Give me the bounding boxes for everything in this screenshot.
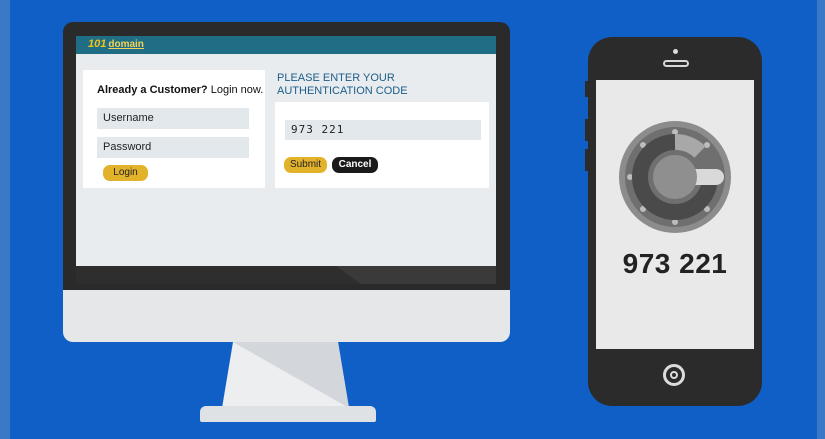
phone-auth-code: 973 221 <box>622 248 728 279</box>
phone-screen: 973 221 <box>596 80 754 349</box>
home-button[interactable] <box>663 364 685 386</box>
phone-volume-down <box>585 149 588 171</box>
illustration-stage: 101 domain Already a Customer? Login now.… <box>0 0 825 439</box>
monitor-base <box>200 406 376 422</box>
google-authenticator-icon <box>619 121 731 233</box>
front-camera <box>673 49 678 54</box>
earpiece-speaker <box>663 60 689 67</box>
smartphone: 973 221 <box>585 37 762 406</box>
phone-volume-up <box>585 119 588 141</box>
phone-side-button <box>585 81 588 97</box>
